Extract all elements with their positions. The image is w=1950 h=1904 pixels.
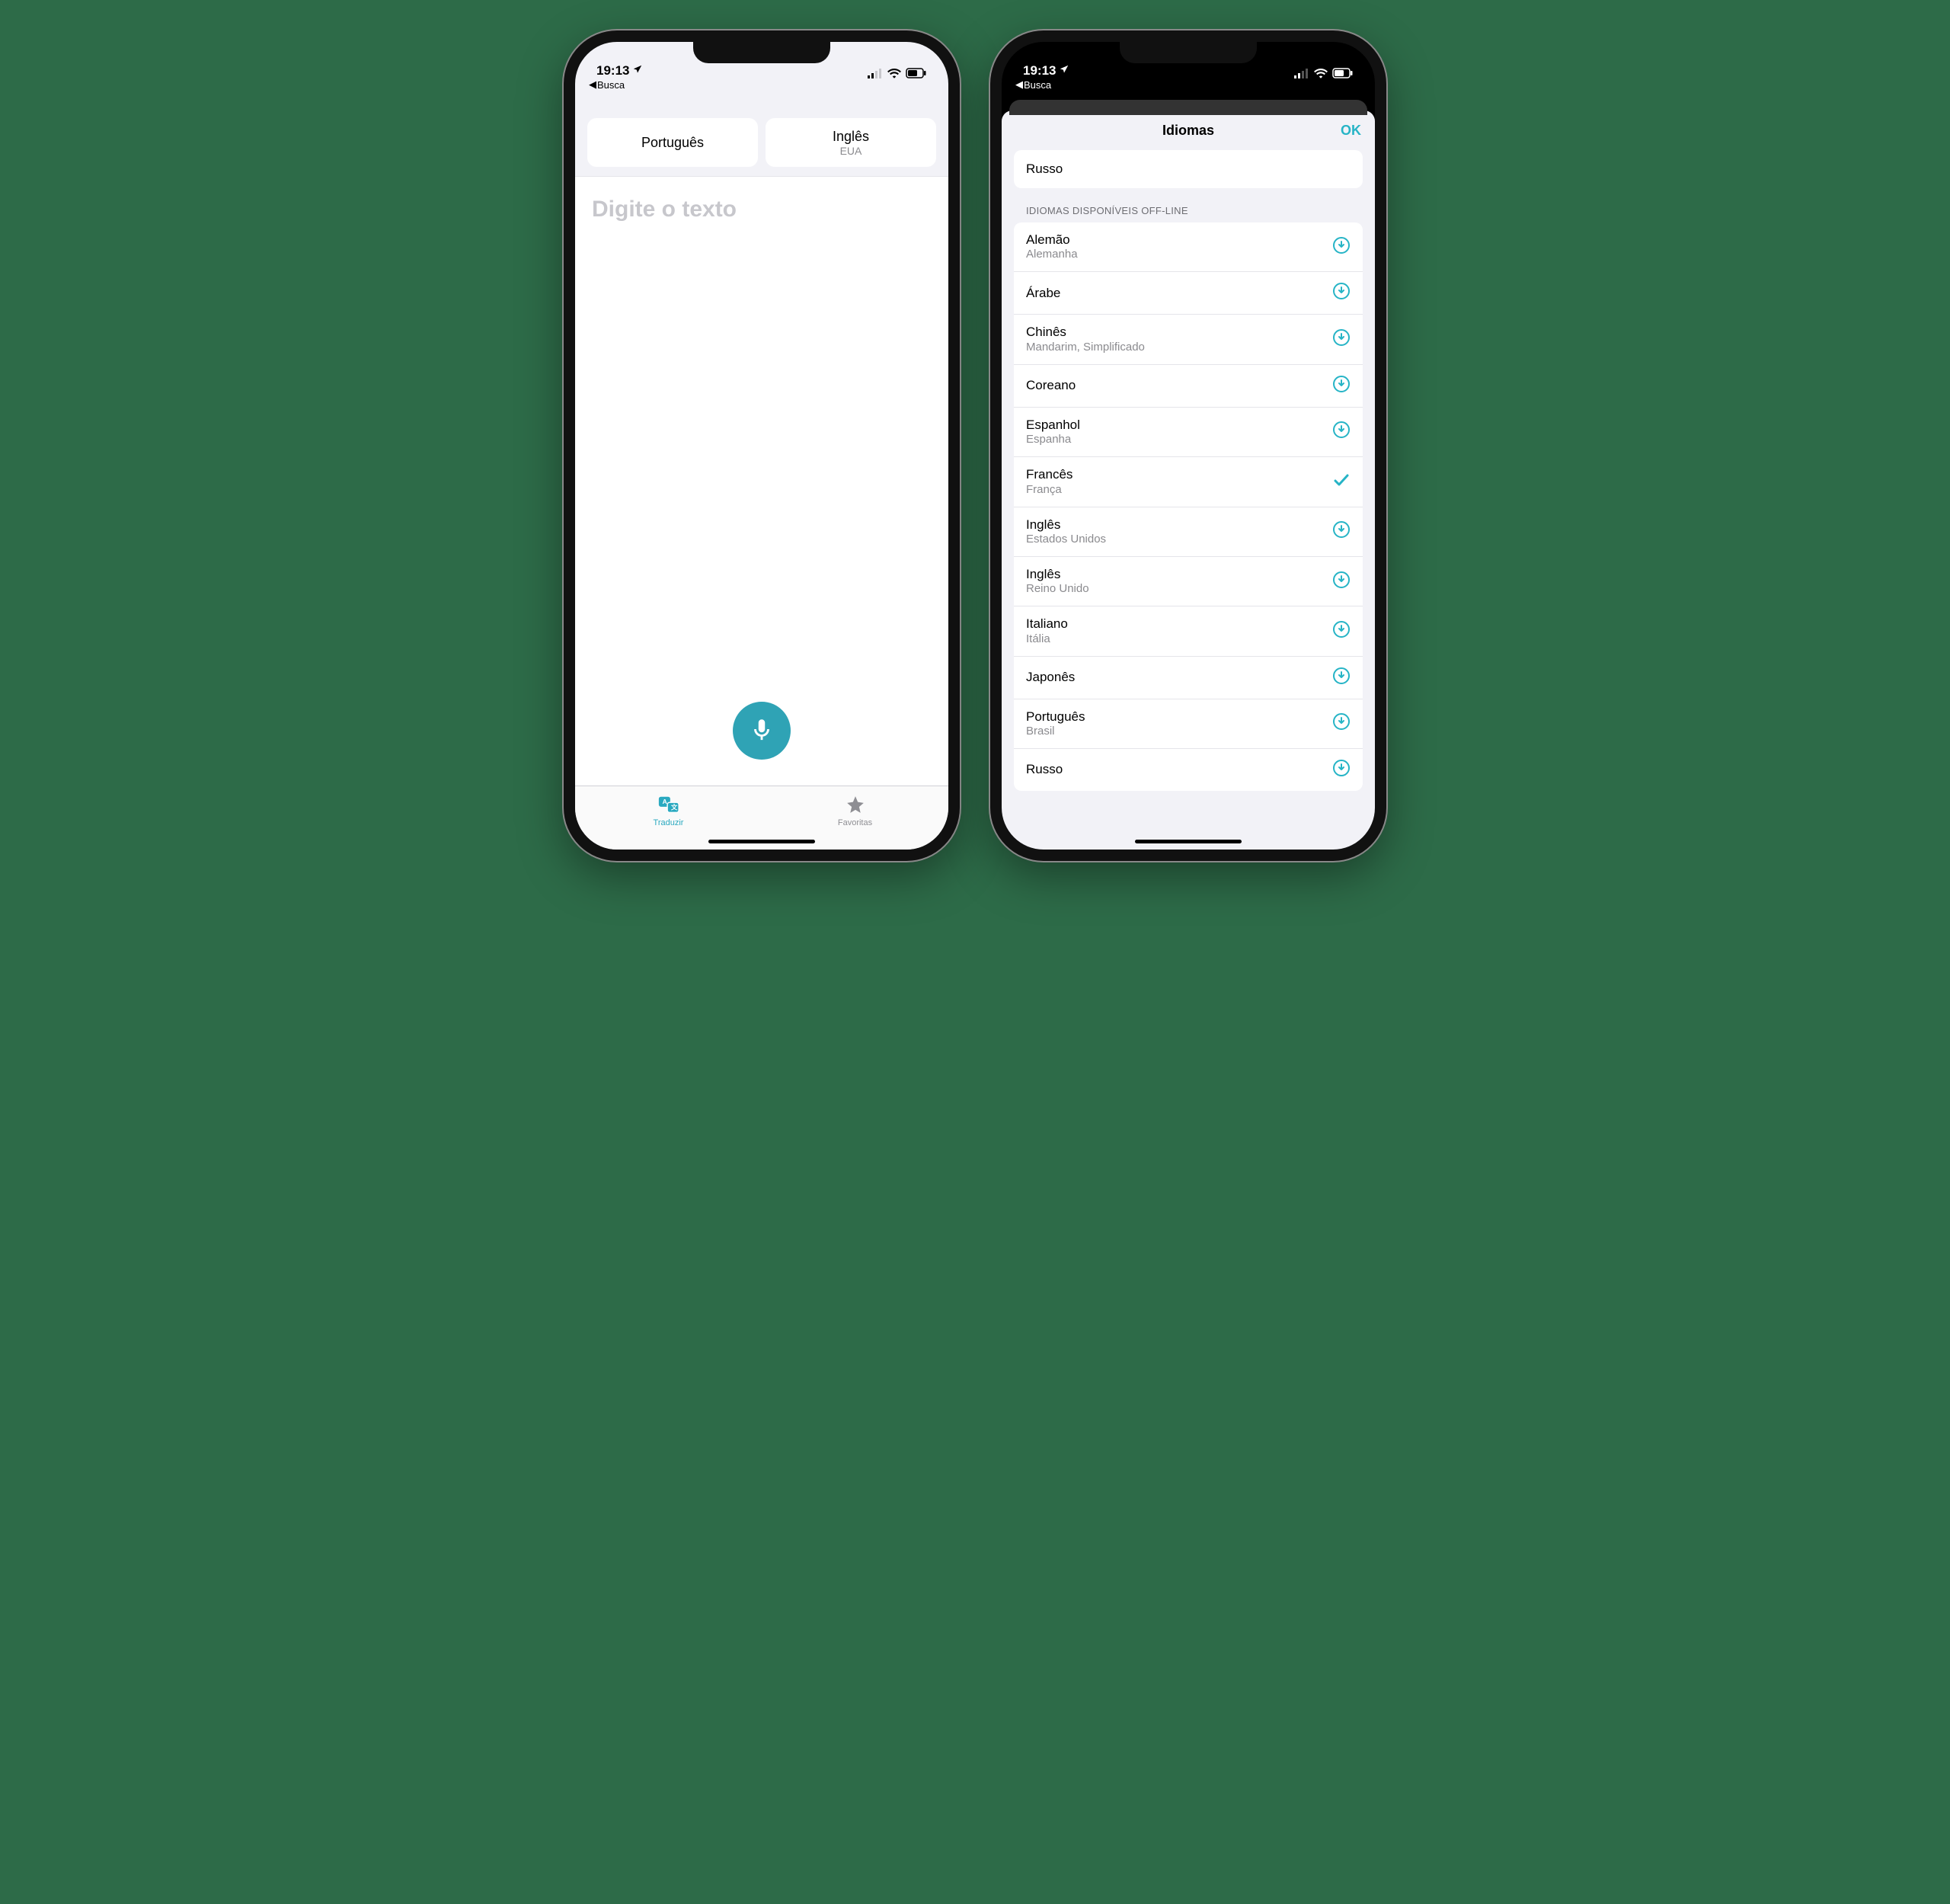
language-row[interactable]: Japonês xyxy=(1014,657,1363,699)
download-icon[interactable] xyxy=(1332,236,1351,258)
status-bar: 19:13 xyxy=(1002,42,1375,80)
home-indicator[interactable] xyxy=(708,840,815,843)
language-sub: Itália xyxy=(1026,632,1068,646)
language-row[interactable]: Árabe xyxy=(1014,272,1363,315)
language-label: Francês xyxy=(1026,467,1072,482)
battery-icon xyxy=(1332,68,1354,78)
languages-sheet: Idiomas OK Russo IDIOMAS DISPONÍVEIS OFF… xyxy=(1002,110,1375,850)
cellular-signal-icon xyxy=(868,68,883,78)
home-indicator[interactable] xyxy=(1135,840,1242,843)
download-icon[interactable] xyxy=(1332,282,1351,304)
target-language-button[interactable]: Inglês EUA xyxy=(766,118,936,167)
tab-favorites-label: Favoritas xyxy=(838,818,872,827)
download-icon[interactable] xyxy=(1332,520,1351,542)
target-language-label: Inglês xyxy=(833,129,869,145)
location-arrow-icon xyxy=(632,63,643,78)
language-sub: Mandarim, Simplificado xyxy=(1026,341,1145,354)
language-row[interactable]: Chinês Mandarim, Simplificado xyxy=(1014,315,1363,364)
language-sub: Alemanha xyxy=(1026,248,1078,261)
phone-frame-translate: 19:13 ◀ Busca P xyxy=(564,30,960,861)
source-language-label: Português xyxy=(641,135,704,151)
language-label: Inglês xyxy=(1026,517,1106,533)
tab-translate-label: Traduzir xyxy=(654,818,684,827)
language-row[interactable]: Português Brasil xyxy=(1014,699,1363,749)
language-row[interactable]: Alemão Alemanha xyxy=(1014,222,1363,272)
translation-input-area[interactable]: Digite o texto xyxy=(575,176,948,786)
language-row[interactable]: Italiano Itália xyxy=(1014,606,1363,656)
translation-placeholder: Digite o texto xyxy=(592,197,932,222)
tab-favorites[interactable]: Favoritas xyxy=(762,786,948,836)
language-label: Italiano xyxy=(1026,616,1068,632)
tab-translate[interactable]: A文 Traduzir xyxy=(575,786,762,836)
language-label: Inglês xyxy=(1026,567,1089,582)
breadcrumb-back[interactable]: ◀ Busca xyxy=(1015,78,1051,91)
status-bar: 19:13 xyxy=(575,42,948,80)
target-language-sub: EUA xyxy=(840,145,862,157)
breadcrumb-label: Busca xyxy=(597,79,625,91)
download-icon[interactable] xyxy=(1332,712,1351,734)
screen-translate: 19:13 ◀ Busca P xyxy=(575,42,948,850)
breadcrumb-back[interactable]: ◀ Busca xyxy=(589,78,625,91)
status-time: 19:13 xyxy=(1023,63,1056,78)
language-row[interactable]: Russo xyxy=(1014,749,1363,791)
recent-language-card: Russo xyxy=(1014,150,1363,188)
language-row[interactable]: Espanhol Espanha xyxy=(1014,408,1363,457)
sheet-body[interactable]: Russo IDIOMAS DISPONÍVEIS OFF-LINE Alemã… xyxy=(1002,150,1375,850)
language-label: Chinês xyxy=(1026,325,1145,340)
language-sub: Estados Unidos xyxy=(1026,533,1106,546)
language-label: Alemão xyxy=(1026,232,1078,248)
language-sub: França xyxy=(1026,483,1072,497)
battery-icon xyxy=(906,68,927,78)
download-icon[interactable] xyxy=(1332,421,1351,443)
star-icon xyxy=(844,795,867,817)
language-row[interactable]: Inglês Reino Unido xyxy=(1014,557,1363,606)
source-language-button[interactable]: Português xyxy=(587,118,758,167)
language-row[interactable]: Inglês Estados Unidos xyxy=(1014,507,1363,557)
svg-text:文: 文 xyxy=(670,804,677,811)
sheet-ok-button[interactable]: OK xyxy=(1341,123,1361,139)
wifi-icon xyxy=(887,68,901,78)
phone-frame-languages: 19:13 ◀ Busca I xyxy=(990,30,1386,861)
microphone-button[interactable] xyxy=(733,702,791,760)
download-icon[interactable] xyxy=(1332,759,1351,781)
language-label: Árabe xyxy=(1026,286,1060,301)
download-icon[interactable] xyxy=(1332,571,1351,593)
location-arrow-icon xyxy=(1059,63,1069,78)
chevron-left-icon: ◀ xyxy=(1015,78,1023,91)
language-label: Russo xyxy=(1026,162,1063,177)
sheet-header: Idiomas OK xyxy=(1002,110,1375,150)
download-icon[interactable] xyxy=(1332,328,1351,350)
language-label: Russo xyxy=(1026,762,1063,777)
language-row[interactable]: Coreano xyxy=(1014,365,1363,408)
status-time: 19:13 xyxy=(596,63,629,78)
offline-languages-list: Alemão Alemanha Árabe Chinês Mandarim, S… xyxy=(1014,222,1363,791)
language-sub: Brasil xyxy=(1026,725,1085,738)
download-icon[interactable] xyxy=(1332,375,1351,397)
language-row[interactable]: Russo xyxy=(1014,150,1363,188)
breadcrumb-label: Busca xyxy=(1024,79,1051,91)
language-selector-row: Português Inglês EUA xyxy=(575,80,948,176)
svg-text:A: A xyxy=(662,798,667,805)
chevron-left-icon: ◀ xyxy=(589,78,596,91)
language-row[interactable]: Francês França xyxy=(1014,457,1363,507)
language-sub: Espanha xyxy=(1026,433,1080,446)
language-label: Espanhol xyxy=(1026,418,1080,433)
language-label: Português xyxy=(1026,709,1085,725)
checkmark-icon[interactable] xyxy=(1332,471,1351,493)
screen-languages: 19:13 ◀ Busca I xyxy=(1002,42,1375,850)
language-sub: Reino Unido xyxy=(1026,582,1089,596)
offline-section-label: IDIOMAS DISPONÍVEIS OFF-LINE xyxy=(1014,188,1363,222)
sheet-title: Idiomas xyxy=(1162,123,1214,139)
language-label: Coreano xyxy=(1026,378,1076,393)
language-label: Japonês xyxy=(1026,670,1075,685)
microphone-icon xyxy=(749,716,775,746)
download-icon[interactable] xyxy=(1332,667,1351,689)
translate-icon: A文 xyxy=(657,795,680,817)
cellular-signal-icon xyxy=(1294,68,1309,78)
download-icon[interactable] xyxy=(1332,620,1351,642)
wifi-icon xyxy=(1314,68,1328,78)
